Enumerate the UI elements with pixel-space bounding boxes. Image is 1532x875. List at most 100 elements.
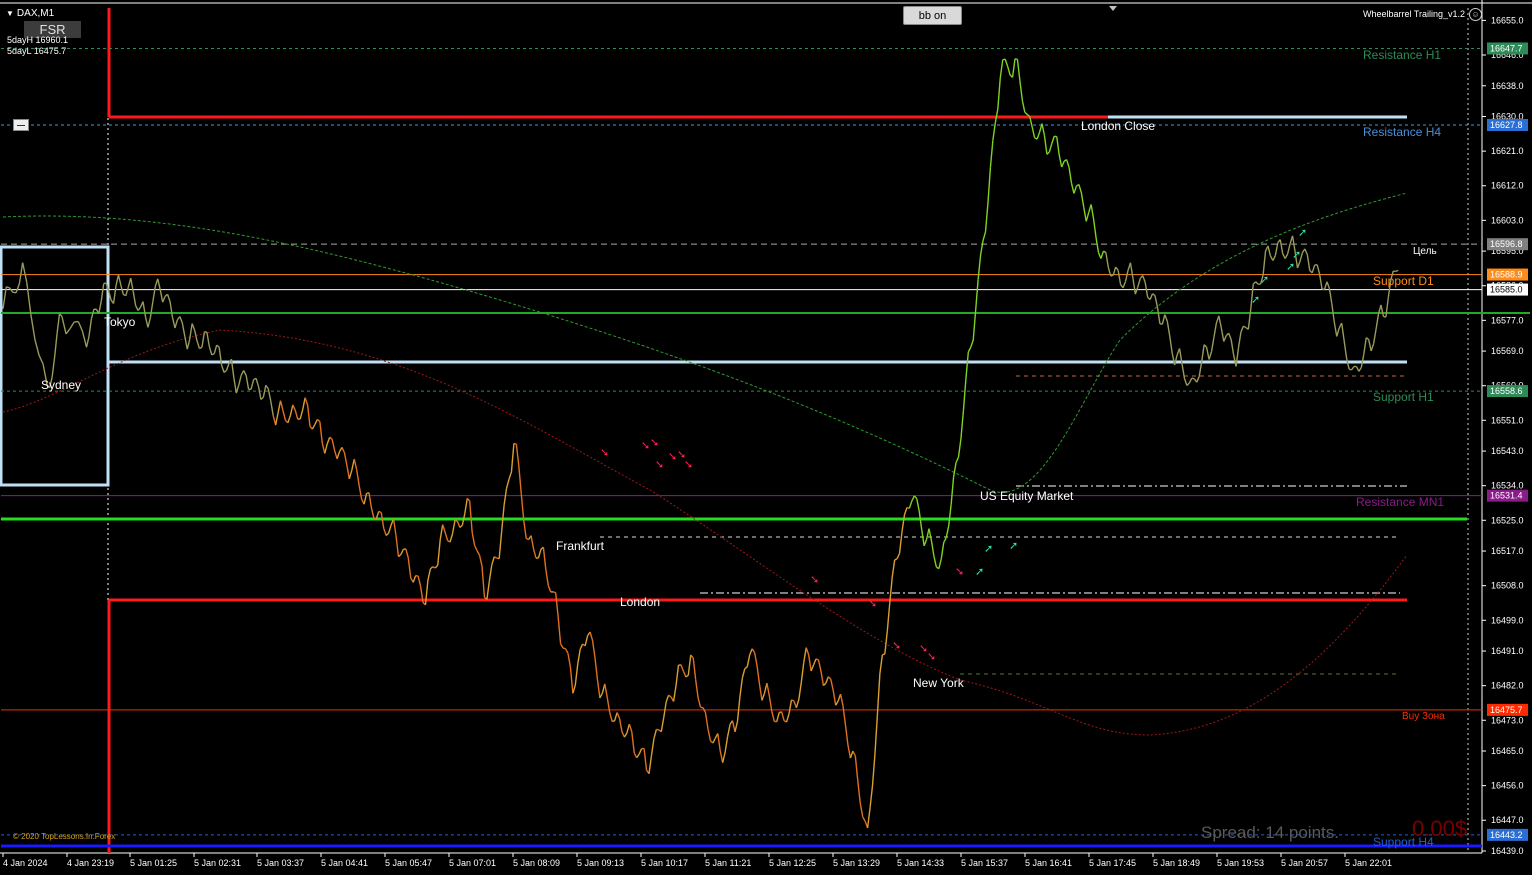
price-tag-label: 16443.2 <box>1490 830 1523 840</box>
price-tag-label: 16585.0 <box>1490 285 1523 295</box>
y-tick-label: 16456.0 <box>1491 781 1524 791</box>
level-label: Resistance MN1 <box>1356 495 1444 509</box>
level-label: Support H1 <box>1373 390 1434 404</box>
y-tick-label: 16603.0 <box>1491 215 1524 225</box>
sell-arrow-icon: ➘ <box>684 458 693 471</box>
y-tick-label: 16551.0 <box>1491 415 1524 425</box>
x-tick-label: 5 Jan 14:33 <box>897 858 944 868</box>
price-tag-label: 16475.7 <box>1490 705 1523 715</box>
price-segment <box>6 286 10 289</box>
buy-arrow-icon: ➚ <box>1251 293 1260 306</box>
spread-text: Spread: 14 points. <box>1201 823 1339 842</box>
y-tick-label: 16577.0 <box>1491 315 1524 325</box>
sell-arrow-icon: ➘ <box>868 597 877 610</box>
price-segment <box>1054 135 1057 138</box>
price-segment <box>1110 274 1114 277</box>
sell-arrow-icon: ➘ <box>927 650 936 663</box>
price-segment <box>1395 269 1399 273</box>
session-label: New York <box>913 676 965 690</box>
y-tick-label: 16612.0 <box>1491 181 1524 191</box>
y-tick-label: 16482.0 <box>1491 681 1524 691</box>
sell-arrow-icon: ➘ <box>641 439 650 452</box>
x-tick-label: 4 Jan 2024 <box>3 858 48 868</box>
y-tick-label: 16447.0 <box>1491 815 1524 825</box>
x-tick-label: 5 Jan 07:01 <box>449 858 496 868</box>
y-tick-label: 16517.0 <box>1491 546 1524 556</box>
x-tick-label: 5 Jan 13:29 <box>833 858 880 868</box>
sell-arrow-icon: ➘ <box>810 573 819 586</box>
sell-arrow-icon: ➘ <box>650 436 659 449</box>
minimize-button[interactable] <box>13 119 29 131</box>
profit-text: 0.00$ <box>1412 816 1468 841</box>
x-tick-label: 5 Jan 12:25 <box>769 858 816 868</box>
sell-arrow-icon: ➘ <box>892 639 901 652</box>
buy-arrow-icon: ➚ <box>1292 248 1301 261</box>
buy-arrow-icon: ➚ <box>975 565 984 578</box>
buy-arrow-icon: ➚ <box>1286 260 1295 273</box>
sell-arrow-icon: ➘ <box>668 450 677 463</box>
x-tick-label: 5 Jan 04:41 <box>321 858 368 868</box>
session-label: Sydney <box>41 378 81 392</box>
sell-arrow-icon: ➘ <box>600 446 609 459</box>
x-tick-label: 5 Jan 19:53 <box>1217 858 1264 868</box>
level-label: Support D1 <box>1373 274 1434 288</box>
price-segment <box>454 519 458 522</box>
y-tick-label: 16525.0 <box>1491 515 1524 525</box>
x-tick-label: 4 Jan 23:19 <box>67 858 114 868</box>
y-tick-label: 16465.0 <box>1491 746 1524 756</box>
y-tick-label: 16491.0 <box>1491 646 1524 656</box>
level-label: Resistance H4 <box>1363 125 1441 139</box>
price-segment <box>552 591 556 594</box>
sell-arrow-icon: ➘ <box>655 458 664 471</box>
expert-advisor-name: Wheelbarrel Trailing_v1.2 <box>1363 9 1466 19</box>
buy-arrow-icon: ➚ <box>984 542 993 555</box>
y-tick-label: 16439.0 <box>1491 846 1524 856</box>
price-segment <box>882 653 886 656</box>
x-tick-label: 5 Jan 11:21 <box>705 858 751 868</box>
x-tick-label: 5 Jan 01:25 <box>130 858 177 868</box>
session-label: US Equity Market <box>980 489 1074 503</box>
bb-on-button[interactable]: bb on <box>903 6 962 25</box>
price-tag-label: 16647.7 <box>1490 43 1523 53</box>
x-tick-label: 5 Jan 05:47 <box>385 858 432 868</box>
price-segment <box>611 720 615 723</box>
buy-arrow-icon: ➚ <box>1298 226 1307 239</box>
y-tick-label: 16473.0 <box>1491 715 1524 725</box>
level-label: Цель <box>1413 246 1437 257</box>
level-label: Buy Зона <box>1402 711 1445 722</box>
x-tick-label: 5 Jan 15:37 <box>961 858 1008 868</box>
session-label: London Close <box>1081 119 1155 133</box>
x-tick-label: 5 Jan 02:31 <box>194 858 241 868</box>
x-tick-label: 5 Jan 03:37 <box>257 858 304 868</box>
x-tick-label: 5 Jan 18:49 <box>1153 858 1200 868</box>
price-segment <box>562 647 566 650</box>
price-segment <box>1191 377 1195 380</box>
y-tick-label: 16621.0 <box>1491 146 1524 156</box>
price-segment <box>513 442 517 445</box>
price-chart[interactable]: ➘➘ ➘➘➘ ➘➘➘➘➘ ➘➘➘ ➚➚ ➚➚➚➚➚➚ Resistance H1Resis… <box>0 0 1532 875</box>
x-tick-label: 5 Jan 16:41 <box>1025 858 1072 868</box>
x-tick-label: 5 Jan 09:13 <box>577 858 624 868</box>
y-tick-label: 16638.0 <box>1491 81 1524 91</box>
x-tick-label: 5 Jan 20:57 <box>1281 858 1328 868</box>
y-tick-label: 16655.0 <box>1491 15 1524 25</box>
dropdown-triangle-icon[interactable]: ▼ <box>6 9 14 18</box>
copyright-text: © 2020 TopLessons.In.Forex <box>13 832 116 841</box>
price-tag-label: 16596.8 <box>1490 239 1523 249</box>
y-tick-label: 16569.0 <box>1491 346 1524 356</box>
sell-arrow-icon: ➘ <box>955 565 964 578</box>
y-tick-label: 16543.0 <box>1491 446 1524 456</box>
x-tick-label: 5 Jan 17:45 <box>1089 858 1136 868</box>
y-tick-label: 16508.0 <box>1491 581 1524 591</box>
symbol-title[interactable]: ▼ DAX,M1 <box>6 8 54 19</box>
x-tick-label: 5 Jan 10:17 <box>641 858 688 868</box>
y-tick-label: 16534.0 <box>1491 481 1524 491</box>
session-label: Tokyo <box>104 315 136 329</box>
session-label: Frankfurt <box>556 539 605 553</box>
price-tag-label: 16627.8 <box>1490 120 1523 130</box>
smiley-face-icon[interactable]: ☺ <box>1469 8 1482 21</box>
y-tick-label: 16499.0 <box>1491 615 1524 625</box>
price-tag-label: 16531.4 <box>1490 491 1523 501</box>
symbol-label: DAX,M1 <box>16 8 55 19</box>
buy-arrow-icon: ➚ <box>1260 273 1269 286</box>
